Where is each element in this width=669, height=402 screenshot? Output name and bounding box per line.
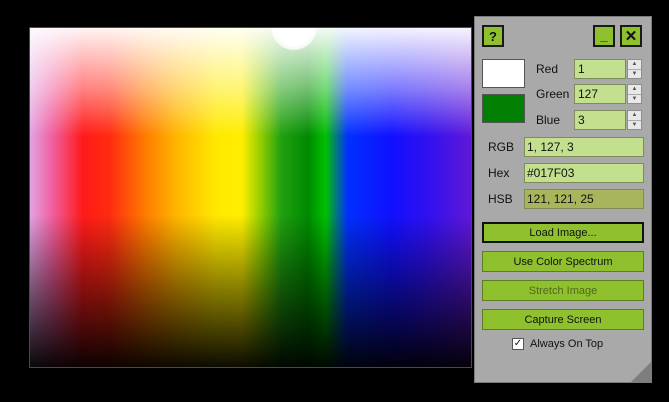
blue-spinner[interactable]: ▲ ▼ <box>627 110 642 130</box>
load-image-button[interactable]: Load Image... <box>482 222 644 243</box>
hex-label: Hex <box>488 166 510 180</box>
capture-screen-button[interactable]: Capture Screen <box>482 309 644 330</box>
load-image-label: Load Image... <box>529 226 597 239</box>
color-spectrum-area[interactable] <box>29 27 472 368</box>
selected-color-swatch[interactable] <box>482 94 525 123</box>
use-color-spectrum-label: Use Color Spectrum <box>513 255 613 268</box>
minimize-button[interactable]: _ <box>593 25 615 47</box>
blue-input[interactable]: 3 <box>574 110 626 130</box>
red-input[interactable]: 1 <box>574 59 626 79</box>
spin-up-icon[interactable]: ▲ <box>628 85 641 94</box>
green-spinner[interactable]: ▲ ▼ <box>627 84 642 104</box>
hsb-value: 121, 121, 25 <box>527 192 594 206</box>
resize-grip-icon[interactable] <box>631 362 651 382</box>
green-value: 127 <box>578 87 599 101</box>
green-input[interactable]: 127 <box>574 84 626 104</box>
rgb-field[interactable]: 1, 127, 3 <box>524 137 644 157</box>
red-label: Red <box>536 62 559 76</box>
always-on-top-checkbox[interactable]: ✓ <box>512 338 524 350</box>
checkmark-icon: ✓ <box>513 338 523 349</box>
hex-value: #017F03 <box>527 166 575 180</box>
blue-value: 3 <box>578 113 585 127</box>
always-on-top-option[interactable]: ✓ Always On Top <box>512 338 603 350</box>
capture-screen-label: Capture Screen <box>524 313 602 326</box>
stretch-image-button[interactable]: Stretch Image <box>482 280 644 301</box>
close-icon: ✕ <box>624 28 638 45</box>
minimize-icon: _ <box>600 28 608 43</box>
hsb-label: HSB <box>488 192 513 206</box>
stretch-image-label: Stretch Image <box>528 284 598 297</box>
color-picker-panel: ? _ ✕ Red 1 ▲ ▼ Green 127 ▲ ▼ Blue 3 ▲ ▼… <box>474 16 652 383</box>
close-button[interactable]: ✕ <box>620 25 642 47</box>
rgb-label: RGB <box>488 140 515 154</box>
spin-up-icon[interactable]: ▲ <box>628 111 641 120</box>
spin-down-icon[interactable]: ▼ <box>628 68 641 79</box>
rgb-value: 1, 127, 3 <box>527 140 574 154</box>
current-color-swatch[interactable] <box>482 59 525 88</box>
spin-up-icon[interactable]: ▲ <box>628 60 641 69</box>
hsb-field[interactable]: 121, 121, 25 <box>524 189 644 209</box>
spin-down-icon[interactable]: ▼ <box>628 119 641 130</box>
always-on-top-label: Always On Top <box>530 338 604 350</box>
red-value: 1 <box>578 62 585 76</box>
use-color-spectrum-button[interactable]: Use Color Spectrum <box>482 251 644 272</box>
green-label: Green <box>536 87 570 101</box>
spectrum-black-overlay <box>30 28 471 367</box>
red-spinner[interactable]: ▲ ▼ <box>627 59 642 79</box>
spin-down-icon[interactable]: ▼ <box>628 93 641 104</box>
hex-field[interactable]: #017F03 <box>524 163 644 183</box>
help-button[interactable]: ? <box>482 25 504 47</box>
blue-label: Blue <box>536 113 561 127</box>
help-icon: ? <box>489 28 497 44</box>
